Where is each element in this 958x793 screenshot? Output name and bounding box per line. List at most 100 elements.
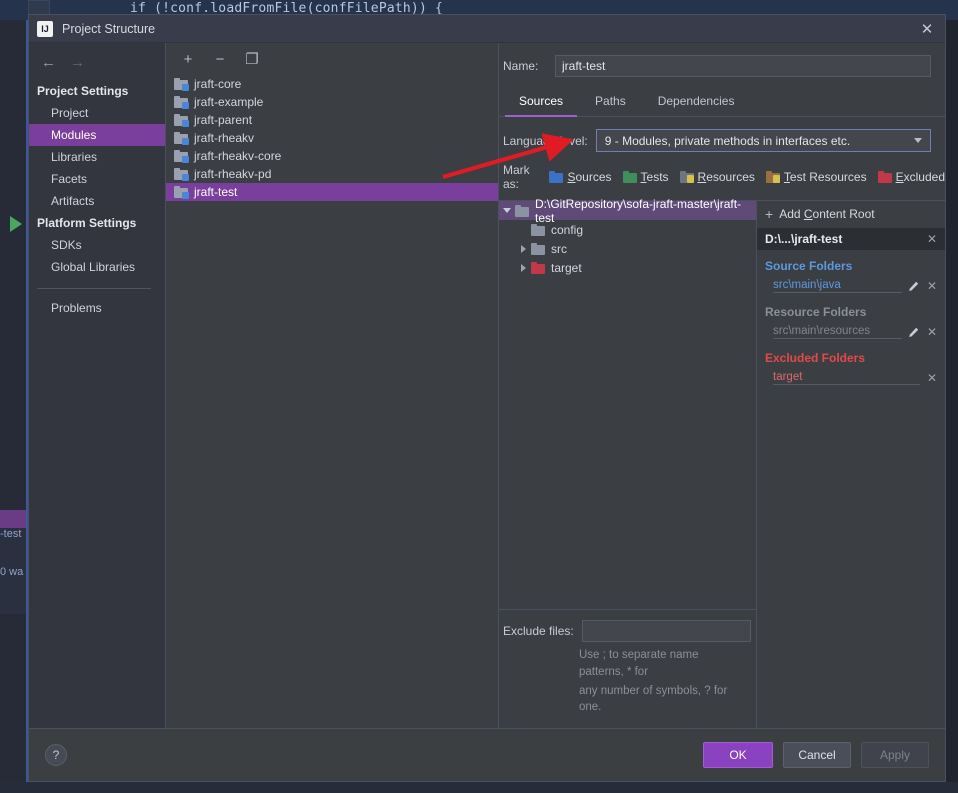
module-row-jraft-parent[interactable]: jraft-parent	[166, 111, 498, 129]
module-row-jraft-core[interactable]: jraft-core	[166, 75, 498, 93]
excluded-folders-title: Excluded Folders	[765, 351, 866, 365]
mark-as-excluded-button[interactable]: Excluded	[877, 170, 945, 184]
tab-paths[interactable]: Paths	[581, 89, 640, 117]
mark-as-sources-button[interactable]: Sources	[549, 170, 612, 184]
excluded-folder-path[interactable]: target	[773, 371, 920, 385]
module-label: jraft-parent	[194, 113, 253, 127]
expand-arrow-icon[interactable]	[515, 244, 531, 253]
resource-folder-path[interactable]: src\main\resources	[773, 325, 902, 339]
forward-arrow-icon[interactable]: →	[70, 55, 85, 70]
folder-icon	[515, 204, 529, 217]
sidebar-group-project-settings: Project Settings	[37, 84, 129, 98]
run-icon[interactable]	[10, 216, 22, 232]
tree-row-target[interactable]: target	[499, 258, 756, 277]
module-folder-icon	[174, 150, 189, 163]
collapse-arrow-icon[interactable]	[499, 208, 515, 213]
remove-content-root-icon[interactable]: ✕	[925, 233, 939, 245]
excluded-folder-icon	[877, 171, 892, 183]
sidebar-item-artifacts[interactable]: Artifacts	[29, 190, 165, 212]
mark-as-tests-button[interactable]: Tests	[622, 170, 669, 184]
module-name-label: Name:	[503, 59, 539, 73]
remove-module-icon[interactable]: −	[212, 51, 228, 67]
chevron-down-icon	[914, 138, 922, 143]
exclude-hint-line2: any number of symbols, ? for one.	[579, 684, 728, 714]
module-name-row: Name:	[499, 43, 945, 77]
mark-as-tests-label: Tests	[640, 170, 669, 184]
folder-tree: D:\GitRepository\sofa-jraft-master\jraft…	[499, 197, 756, 609]
cancel-button[interactable]: Cancel	[783, 742, 851, 768]
modules-list: jraft-core jraft-example jraft-parent jr…	[166, 75, 498, 201]
excluded-folders-group: Excluded Folders target ✕	[757, 342, 945, 388]
module-details-pane: Name: Sources Paths Dependencies Languag…	[499, 43, 945, 728]
module-row-jraft-rheakv-core[interactable]: jraft-rheakv-core	[166, 147, 498, 165]
status-bar	[0, 782, 958, 793]
add-content-root-button[interactable]: + Add Content Root	[757, 201, 945, 228]
sidebar-item-global-libraries[interactable]: Global Libraries	[29, 256, 165, 278]
back-arrow-icon[interactable]: ←	[41, 55, 56, 70]
content-root-path: D:\...\jraft-test	[765, 232, 843, 246]
close-icon[interactable]: ✕	[915, 18, 939, 40]
module-tabs: Sources Paths Dependencies	[499, 77, 945, 117]
language-level-label: Language level:	[503, 133, 588, 148]
resources-folder-icon	[679, 171, 694, 183]
language-level-dropdown[interactable]: 9 - Modules, private methods in interfac…	[595, 129, 931, 152]
add-content-root-label: Add Content Root	[779, 207, 875, 221]
navigation-arrows: ← →	[29, 49, 165, 80]
sources-folder-icon	[549, 171, 564, 183]
module-label: jraft-rheakv-core	[194, 149, 282, 163]
tree-label-root: D:\GitRepository\sofa-jraft-master\jraft…	[535, 196, 742, 225]
module-label: jraft-rheakv-pd	[194, 167, 272, 181]
exclude-files-input[interactable]	[581, 620, 751, 643]
mark-as-resources-button[interactable]: Resources	[679, 170, 755, 184]
sidebar-item-facets[interactable]: Facets	[29, 168, 165, 190]
exclude-files-area: Exclude files: Use ; to separate name pa…	[499, 609, 756, 728]
module-name-input[interactable]	[555, 55, 931, 77]
edit-icon[interactable]	[907, 326, 920, 339]
source-folders-group: Source Folders src\main\java ✕	[757, 250, 945, 296]
dialog-body: ← → Project Settings Project Modules Lib…	[29, 43, 945, 729]
module-row-jraft-example[interactable]: jraft-example	[166, 93, 498, 111]
help-icon[interactable]: ?	[45, 744, 67, 766]
tab-dependencies[interactable]: Dependencies	[644, 89, 749, 117]
remove-excluded-folder-icon[interactable]: ✕	[925, 372, 939, 384]
exclude-files-label: Exclude files:	[503, 624, 574, 639]
tab-sources[interactable]: Sources	[505, 89, 578, 117]
module-row-jraft-test[interactable]: jraft-test	[166, 183, 498, 201]
module-row-jraft-rheakv[interactable]: jraft-rheakv	[166, 129, 498, 147]
resource-folders-title: Resource Folders	[765, 305, 867, 319]
tree-row-src[interactable]: src	[499, 239, 756, 258]
mark-as-sources-label: Sources	[567, 170, 612, 184]
sidebar-item-modules[interactable]: Modules	[29, 124, 165, 146]
sidebar-item-project[interactable]: Project	[29, 102, 165, 124]
editor-left-column	[0, 20, 28, 793]
mark-as-label: Mark as:	[503, 163, 530, 191]
exclude-files-row: Exclude files:	[503, 620, 751, 643]
background-highlight-band	[0, 510, 26, 528]
copy-module-icon[interactable]: ❐	[244, 51, 260, 67]
remove-resource-folder-icon[interactable]: ✕	[925, 326, 939, 338]
edit-icon[interactable]	[907, 280, 920, 293]
expand-arrow-icon[interactable]	[515, 263, 531, 272]
sidebar-item-libraries[interactable]: Libraries	[29, 146, 165, 168]
project-structure-dialog: IJ Project Structure ✕ ← → Project Setti…	[28, 14, 946, 782]
source-folder-path[interactable]: src\main\java	[773, 279, 902, 293]
remove-source-folder-icon[interactable]: ✕	[925, 280, 939, 292]
background-text-test: -test	[0, 528, 22, 540]
sidebar-divider	[37, 288, 151, 289]
tree-row-content-root[interactable]: D:\GitRepository\sofa-jraft-master\jraft…	[499, 197, 756, 225]
mark-as-test-resources-button[interactable]: Test Resources	[765, 170, 867, 184]
language-level-row: Language level: 9 - Modules, private met…	[499, 117, 945, 152]
module-label: jraft-example	[194, 95, 264, 109]
sidebar-item-sdks[interactable]: SDKs	[29, 234, 165, 256]
add-module-icon[interactable]: +	[180, 51, 196, 67]
module-label: jraft-rheakv	[194, 131, 255, 145]
folder-icon	[531, 242, 545, 255]
module-folder-icon	[174, 114, 189, 127]
intellij-logo-icon: IJ	[37, 20, 53, 37]
sidebar-item-problems[interactable]: Problems	[29, 297, 165, 319]
ok-button[interactable]: OK	[703, 742, 773, 768]
excluded-folder-icon	[531, 261, 545, 274]
source-folder-row: src\main\java ✕	[765, 276, 939, 296]
dialog-title: Project Structure	[62, 21, 156, 36]
module-row-jraft-rheakv-pd[interactable]: jraft-rheakv-pd	[166, 165, 498, 183]
